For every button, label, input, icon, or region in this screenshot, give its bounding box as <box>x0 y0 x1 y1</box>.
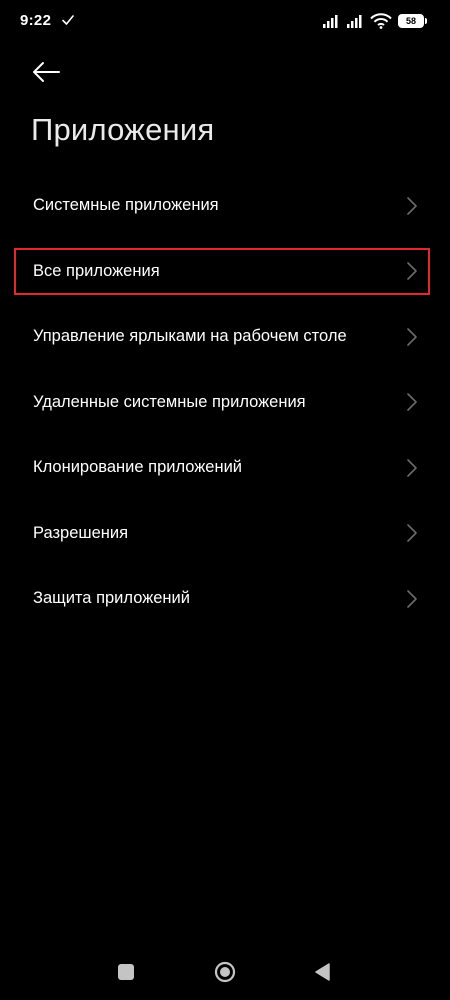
chevron-right-icon <box>407 327 417 346</box>
settings-list: Системные приложения Все приложения Упра… <box>0 173 450 632</box>
list-item-permissions[interactable]: Разрешения <box>0 501 450 567</box>
status-time: 9:22 <box>20 12 52 29</box>
signal-icon <box>323 15 338 28</box>
battery-level: 58 <box>405 15 416 26</box>
list-item-label: Разрешения <box>33 523 129 542</box>
back-triangle-icon[interactable] <box>313 962 331 982</box>
list-item-label: Удаленные системные приложения <box>33 392 306 411</box>
list-item-app-lock[interactable]: Защита приложений <box>0 566 450 632</box>
chevron-right-icon <box>407 393 417 412</box>
list-item-label: Защита приложений <box>33 589 190 608</box>
nav-bar <box>0 945 450 1000</box>
list-item-all-apps[interactable]: Все приложения <box>0 239 450 305</box>
arrow-left-icon <box>33 62 60 82</box>
list-item-label: Клонирование приложений <box>33 458 243 477</box>
list-item-shortcuts[interactable]: Управление ярлыками на рабочем столе <box>0 304 450 370</box>
home-circle-icon[interactable] <box>214 961 236 983</box>
page-title: Приложения <box>31 112 215 147</box>
list-item-removed-system-apps[interactable]: Удаленные системные приложения <box>0 370 450 436</box>
wifi-icon <box>370 13 392 29</box>
battery-icon: 58 <box>398 14 427 28</box>
recents-square-icon[interactable] <box>118 964 134 980</box>
chevron-right-icon <box>407 524 417 543</box>
chevron-right-icon <box>407 196 417 215</box>
list-item-label: Все приложения <box>33 261 160 280</box>
chevron-right-icon <box>407 589 417 608</box>
chevron-right-icon <box>407 262 417 281</box>
status-bar: 9:22 58 <box>0 0 450 44</box>
list-item-label: Системные приложения <box>33 196 219 215</box>
status-icons: 58 <box>322 10 427 32</box>
check-icon <box>62 15 74 25</box>
list-item-system-apps[interactable]: Системные приложения <box>0 173 450 239</box>
signal-icon <box>347 15 362 28</box>
list-item-label: Управление ярлыками на рабочем столе <box>33 327 347 346</box>
chevron-right-icon <box>407 458 417 477</box>
list-item-dual-apps[interactable]: Клонирование приложений <box>0 435 450 501</box>
back-button[interactable] <box>28 56 64 88</box>
